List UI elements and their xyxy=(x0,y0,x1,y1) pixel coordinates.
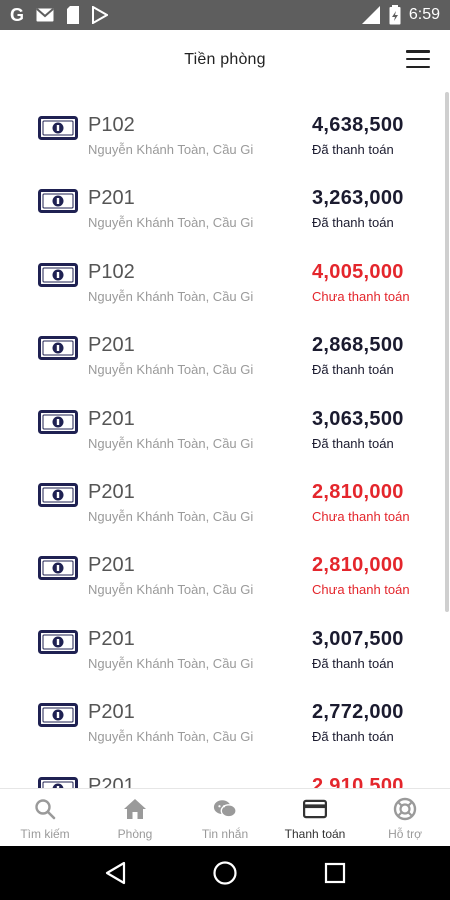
nav-item-support[interactable]: Hỗ trợ xyxy=(360,789,450,846)
room-name: P201 xyxy=(88,407,135,430)
payment-amount: 3,263,000 xyxy=(312,187,404,210)
money-bill-icon xyxy=(38,776,78,788)
room-name: P201 xyxy=(88,554,135,577)
payment-status: Đã thanh toán xyxy=(312,362,394,378)
payment-status: Đã thanh toán xyxy=(312,215,394,231)
room-name: P201 xyxy=(88,187,135,210)
nav-item-home[interactable]: Phòng xyxy=(90,789,180,846)
money-bill-icon xyxy=(38,483,78,507)
list-item[interactable]: P201 Nguyễn Khánh Toàn, Cầu Gi 3,007,500 Đã… xyxy=(0,604,440,677)
money-bill-icon xyxy=(38,262,78,287)
back-button[interactable] xyxy=(100,858,130,888)
nav-label: Tin nhắn xyxy=(201,827,249,841)
nav-label: Thanh toán xyxy=(284,827,346,841)
payment-amount: 2,810,000 xyxy=(312,554,404,577)
nav-label: Hỗ trợ xyxy=(388,827,422,841)
payment-status: Đã thanh toán xyxy=(312,655,394,671)
payment-amount: 2,772,000 xyxy=(312,701,404,724)
list-item[interactable]: P201 2,910,500 xyxy=(0,751,440,788)
nav-item-chat[interactable]: Tin nhắn xyxy=(180,789,270,846)
scrollbar[interactable] xyxy=(445,92,449,612)
room-address: Nguyễn Khánh Toàn, Cầu Gi xyxy=(88,288,254,304)
room-name: P102 xyxy=(88,260,135,283)
money-bill-icon xyxy=(38,336,78,361)
nav-item-card[interactable]: Thanh toán xyxy=(270,789,360,846)
list-item[interactable]: P201 Nguyễn Khánh Toàn, Cầu Gi 3,263,000 Đã… xyxy=(0,163,440,236)
list-item[interactable]: P201 Nguyễn Khánh Toàn, Cầu Gi 2,772,000 Đã… xyxy=(0,677,440,750)
payment-status: Đã thanh toán xyxy=(312,142,394,157)
payment-amount: 4,005,000 xyxy=(312,260,404,283)
nav-item-search[interactable]: Tìm kiếm xyxy=(0,789,90,846)
recents-button[interactable] xyxy=(320,858,350,888)
room-name: P201 xyxy=(88,481,135,503)
list-item[interactable]: P201 Nguyễn Khánh Toàn, Cầu Gi 2,868,500 Đã… xyxy=(0,310,440,383)
money-bill-icon xyxy=(38,189,78,214)
payment-status: Đã thanh toán xyxy=(312,729,394,745)
payment-amount: 3,007,500 xyxy=(312,627,404,650)
room-address: Nguyễn Khánh Toàn, Cầu Gi xyxy=(88,729,254,745)
play-store-icon xyxy=(92,6,109,24)
room-name: P102 xyxy=(88,114,135,136)
sd-card-icon xyxy=(66,6,80,24)
payment-amount: 3,063,500 xyxy=(312,407,404,430)
payment-amount: 2,868,500 xyxy=(312,334,404,357)
battery-icon xyxy=(389,5,401,25)
room-address: Nguyễn Khánh Toàn, Cầu Gi xyxy=(88,655,254,671)
chat-icon xyxy=(213,797,237,821)
status-time: 6:59 xyxy=(408,6,440,23)
room-address: Nguyễn Khánh Toàn, Cầu Gi xyxy=(88,509,254,524)
money-bill-icon xyxy=(38,703,78,728)
home-icon xyxy=(123,797,147,821)
money-bill-icon xyxy=(38,116,78,140)
menu-button[interactable] xyxy=(406,50,430,68)
payment-status: Chưa thanh toán xyxy=(312,582,410,598)
room-name: P201 xyxy=(88,774,135,788)
money-bill-icon xyxy=(38,629,78,654)
nav-label: Phòng xyxy=(117,827,153,841)
room-name: P201 xyxy=(88,334,135,357)
money-bill-icon xyxy=(38,556,78,581)
list-item[interactable]: P201 Nguyễn Khánh Toàn, Cầu Gi 3,063,500 Đã… xyxy=(0,384,440,457)
status-bar: G 6:59 xyxy=(0,0,450,30)
money-bill-icon xyxy=(38,409,78,434)
room-name: P201 xyxy=(88,627,135,650)
home-button[interactable] xyxy=(210,858,240,888)
room-address: Nguyễn Khánh Toàn, Cầu Gi xyxy=(88,142,254,157)
payment-amount: 2,910,500 xyxy=(312,774,404,788)
gmail-icon xyxy=(36,8,54,22)
room-address: Nguyễn Khánh Toàn, Cầu Gi xyxy=(88,435,254,451)
search-icon xyxy=(33,797,57,821)
room-address: Nguyễn Khánh Toàn, Cầu Gi xyxy=(88,582,254,598)
bottom-nav: Tìm kiếm Phòng Tin nhắn Thanh toán Hỗ trợ xyxy=(0,788,450,846)
list-item[interactable]: P201 Nguyễn Khánh Toàn, Cầu Gi 2,810,000 Ch… xyxy=(0,530,440,603)
payment-amount: 2,810,000 xyxy=(312,481,404,503)
card-icon xyxy=(303,797,327,821)
payment-list[interactable]: P102 Nguyễn Khánh Toàn, Cầu Gi 4,638,500 Đã… xyxy=(0,90,450,788)
system-nav-bar xyxy=(0,846,450,900)
room-address: Nguyễn Khánh Toàn, Cầu Gi xyxy=(88,215,254,231)
app-header: Tiền phòng xyxy=(0,30,450,90)
room-address: Nguyễn Khánh Toàn, Cầu Gi xyxy=(88,362,254,378)
menu-icon xyxy=(406,50,430,53)
page-title: Tiền phòng xyxy=(184,51,266,68)
nav-label: Tìm kiếm xyxy=(20,827,70,841)
room-name: P201 xyxy=(88,701,135,724)
list-item[interactable]: P102 Nguyễn Khánh Toàn, Cầu Gi 4,638,500 Đã… xyxy=(0,90,440,163)
payment-status: Đã thanh toán xyxy=(312,435,394,451)
payment-amount: 4,638,500 xyxy=(312,114,404,136)
list-item[interactable]: P102 Nguyễn Khánh Toàn, Cầu Gi 4,005,000 Ch… xyxy=(0,237,440,310)
support-icon xyxy=(393,797,417,821)
list-item[interactable]: P201 Nguyễn Khánh Toàn, Cầu Gi 2,810,000 Ch… xyxy=(0,457,440,530)
signal-icon xyxy=(361,6,381,24)
payment-status: Chưa thanh toán xyxy=(312,509,410,524)
google-icon: G xyxy=(10,4,25,25)
payment-status: Chưa thanh toán xyxy=(312,288,410,304)
